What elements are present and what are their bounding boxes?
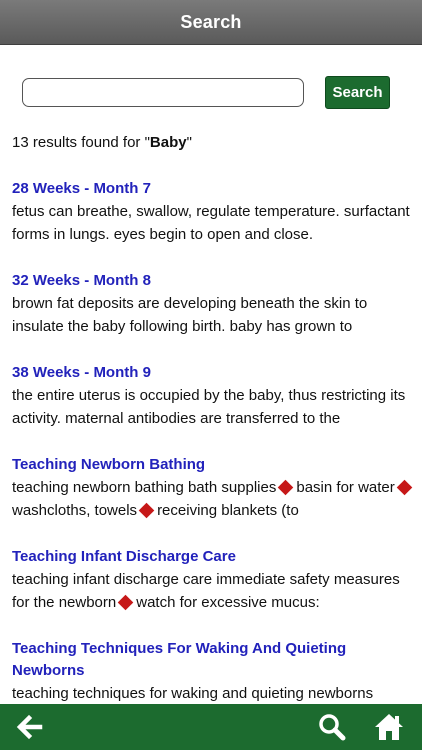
result-item[interactable]: Teaching Techniques For Waking And Quiet… bbox=[12, 638, 416, 704]
search-button[interactable]: Search bbox=[325, 76, 390, 109]
search-icon[interactable] bbox=[317, 712, 347, 742]
result-snippet: fetus can breathe, swallow, regulate tem… bbox=[12, 200, 416, 246]
search-row: Search bbox=[22, 76, 390, 110]
page-title: Search bbox=[180, 11, 242, 32]
title-bar: Search bbox=[0, 0, 422, 45]
result-snippet: brown fat deposits are developing beneat… bbox=[12, 292, 416, 338]
results-count-suffix: " bbox=[186, 134, 192, 151]
results-count-prefix: 13 results found for " bbox=[12, 134, 150, 151]
bottom-toolbar bbox=[0, 704, 422, 750]
result-title-link[interactable]: Teaching Infant Discharge Care bbox=[12, 546, 416, 568]
result-item[interactable]: 28 Weeks - Month 7 fetus can breathe, swa… bbox=[12, 178, 416, 246]
home-icon[interactable] bbox=[374, 712, 404, 742]
result-item[interactable]: 32 Weeks - Month 8 brown fat deposits are… bbox=[12, 270, 416, 338]
result-item[interactable]: 38 Weeks - Month 9 the entire uterus is o… bbox=[12, 362, 416, 430]
result-item[interactable]: Teaching Infant Discharge Care teaching i… bbox=[12, 546, 416, 614]
snippet-text: teaching techniques for waking and quiet… bbox=[12, 685, 374, 702]
result-title-link[interactable]: Teaching Techniques For Waking And Quiet… bbox=[12, 638, 416, 682]
snippet-text: watch for excessive mucus: bbox=[136, 594, 320, 611]
result-item[interactable]: Teaching Newborn Bathing teaching newborn… bbox=[12, 454, 416, 522]
snippet-text: basin for water bbox=[296, 479, 395, 496]
diamond-bullet-icon bbox=[278, 479, 294, 496]
snippet-text: washcloths, towels bbox=[12, 502, 138, 519]
result-snippet: teaching newborn bathing bath supplies ba… bbox=[12, 476, 416, 522]
result-title-link[interactable]: 38 Weeks - Month 9 bbox=[12, 362, 416, 384]
search-input[interactable] bbox=[22, 78, 304, 107]
results-list: 28 Weeks - Month 7 fetus can breathe, swa… bbox=[12, 178, 416, 704]
result-snippet: teaching techniques for waking and quiet… bbox=[12, 682, 416, 704]
back-arrow-icon[interactable] bbox=[14, 712, 44, 742]
results-query: Baby bbox=[149, 134, 187, 151]
result-snippet: the entire uterus is occupied by the bab… bbox=[12, 384, 416, 430]
snippet-text: brown fat deposits are developing beneat… bbox=[12, 295, 368, 335]
snippet-text: teaching newborn bathing bath supplies bbox=[12, 479, 277, 496]
result-title-link[interactable]: 28 Weeks - Month 7 bbox=[12, 178, 416, 200]
diamond-bullet-icon bbox=[396, 479, 413, 496]
results-count: 13 results found for "Baby" bbox=[12, 132, 192, 154]
result-snippet: teaching infant discharge care immediate… bbox=[12, 568, 416, 614]
diamond-bullet-icon bbox=[138, 502, 155, 519]
result-title-link[interactable]: Teaching Newborn Bathing bbox=[12, 454, 416, 476]
snippet-text: receiving blankets (to bbox=[157, 502, 299, 519]
snippet-text: fetus can breathe, swallow, regulate tem… bbox=[12, 203, 410, 243]
result-title-link[interactable]: 32 Weeks - Month 8 bbox=[12, 270, 416, 292]
diamond-bullet-icon bbox=[117, 594, 134, 611]
snippet-text: the entire uterus is occupied by the bab… bbox=[12, 387, 406, 427]
